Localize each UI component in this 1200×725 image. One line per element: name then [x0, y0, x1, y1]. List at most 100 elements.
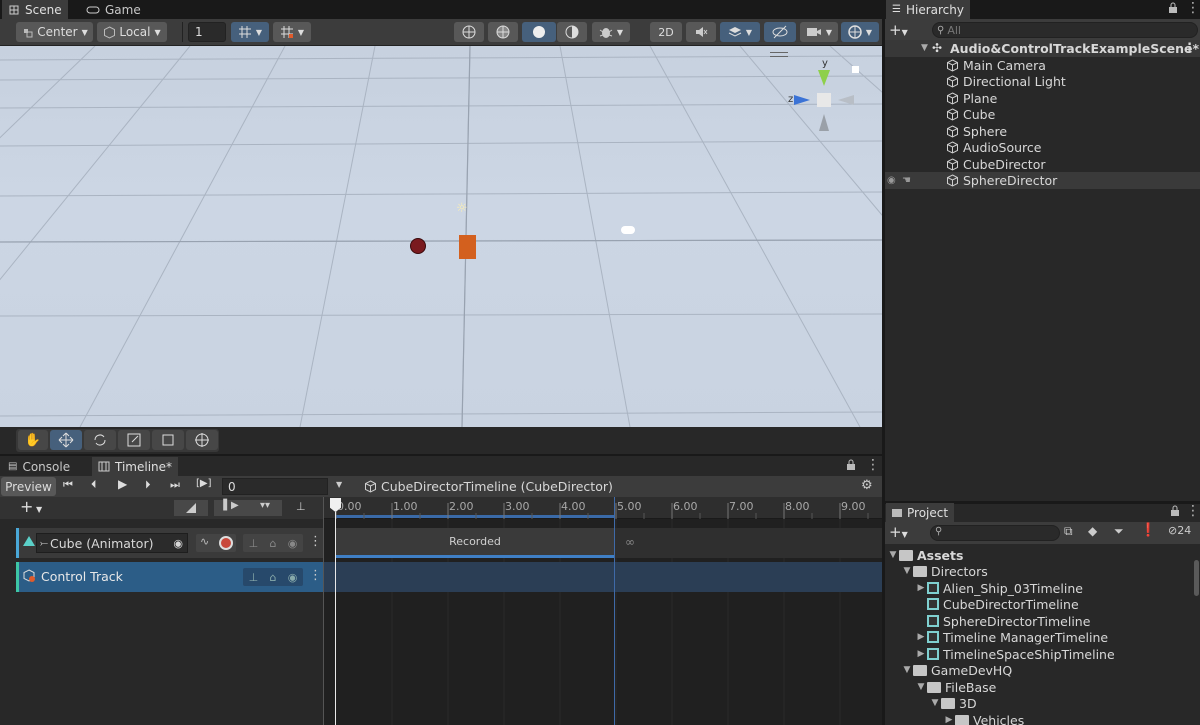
scale-tool-button[interactable] — [118, 430, 150, 450]
eye-icon[interactable]: ◉ — [288, 537, 298, 550]
filter-type-icon[interactable]: ◆ — [1088, 524, 1097, 538]
create-asset-button[interactable]: +▼ — [889, 523, 908, 541]
light-gizmo-icon[interactable]: ☼ — [456, 201, 468, 216]
shaded-button[interactable] — [522, 22, 556, 42]
goto-end-icon[interactable]: ⏭ — [170, 478, 180, 492]
hierarchy-item[interactable]: Directional Light — [885, 73, 1200, 90]
gizmo-menu-icon[interactable] — [770, 52, 788, 57]
header-divider[interactable] — [323, 497, 324, 725]
play-icon[interactable]: ▶ — [118, 477, 127, 491]
rect-tool-button[interactable] — [152, 430, 184, 450]
grid-snap-input[interactable]: 1 — [188, 22, 226, 42]
tab-game[interactable]: Game — [80, 0, 147, 19]
transform-tool-button[interactable] — [186, 430, 218, 450]
unlit-button[interactable] — [557, 22, 587, 42]
label-tag-icon[interactable]: ⏷ — [1114, 524, 1124, 539]
control-track-lane[interactable] — [323, 562, 882, 592]
lock-icon[interactable]: ⌂ — [269, 571, 276, 584]
project-asset[interactable]: CubeDirectorTimeline — [927, 596, 1079, 613]
move-tool-button[interactable] — [50, 430, 82, 450]
frame-input[interactable]: 0 — [222, 478, 328, 495]
project-folder-gamedevhq[interactable]: ▼ GameDevHQ — [901, 662, 1013, 679]
scene-visibility-toggle[interactable] — [764, 22, 796, 42]
toggle-2d-button[interactable]: 2D — [650, 22, 682, 42]
more-options-icon[interactable]: ⋮ — [1186, 503, 1200, 519]
pin-icon[interactable]: ⊥ — [296, 500, 306, 513]
eye-icon[interactable]: ◉ — [288, 571, 298, 584]
hierarchy-item[interactable]: Main Camera — [885, 57, 1200, 74]
object-picker-icon[interactable]: ◉ — [173, 537, 183, 550]
gizmo-lock-icon[interactable] — [852, 66, 859, 73]
chevron-down-icon[interactable]: ▼ — [336, 480, 342, 489]
pin-icon[interactable]: ⊥ — [249, 571, 259, 584]
scene-root-row[interactable]: ▼ ✣ Audio&ControlTrackExampleScene* ⋮ — [885, 40, 1200, 57]
sphere-object[interactable] — [410, 238, 426, 254]
audio-toggle[interactable] — [686, 22, 716, 42]
project-asset[interactable]: ▶ TimelineSpaceShipTimeline — [915, 646, 1115, 663]
hierarchy-item-hovered[interactable]: ◉ ☚ SphereDirector — [885, 172, 1200, 189]
project-scrollbar[interactable] — [1194, 560, 1199, 596]
lock-icon[interactable] — [1168, 2, 1178, 14]
shaded-wireframe-button[interactable] — [488, 22, 518, 42]
prev-frame-icon[interactable]: ⏴ — [91, 478, 97, 492]
more-options-icon[interactable]: ⋮ — [1183, 41, 1196, 56]
hierarchy-search[interactable]: ⚲ All — [932, 22, 1198, 38]
hierarchy-item[interactable]: Plane — [885, 90, 1200, 107]
gizmos-dropdown[interactable]: ▼ — [841, 22, 879, 42]
lock-icon[interactable]: ⌂ — [269, 537, 276, 550]
project-folder-filebase[interactable]: ▼ FileBase — [915, 679, 997, 696]
lock-icon[interactable] — [846, 459, 856, 474]
project-folder-3d[interactable]: ▼ 3D — [929, 695, 977, 712]
orientation-gizmo[interactable] — [786, 56, 856, 136]
more-options-icon[interactable]: ⋮ — [1186, 0, 1200, 16]
pick-hand-icon[interactable]: ☚ — [902, 175, 911, 186]
tab-console[interactable]: ▤ Console — [2, 457, 76, 476]
tab-hierarchy[interactable]: ☰ Hierarchy — [886, 0, 970, 19]
project-search[interactable]: ⚲ — [930, 525, 1060, 541]
project-folder-directors[interactable]: ▼ Directors — [901, 563, 988, 580]
add-object-button[interactable]: +▼ — [889, 21, 908, 39]
search-by-type-icon[interactable]: ⧉ — [1064, 524, 1073, 539]
effects-dropdown[interactable]: ▼ — [720, 22, 760, 42]
lock-icon[interactable] — [1170, 505, 1180, 520]
tab-scene[interactable]: Scene — [2, 0, 68, 19]
gear-icon[interactable]: ⚙ — [861, 478, 873, 493]
play-range-icon[interactable]: [▶] — [196, 478, 212, 489]
cube-object[interactable] — [459, 235, 476, 259]
tab-project[interactable]: Project — [886, 503, 955, 522]
project-asset[interactable]: SphereDirectorTimeline — [927, 613, 1090, 630]
pivot-dropdown[interactable]: Center ▼ — [16, 22, 93, 42]
goto-start-icon[interactable]: ⏮ — [63, 478, 73, 492]
project-asset[interactable]: ▶ Timeline ManagerTimeline — [915, 629, 1109, 646]
recorded-clip[interactable]: Recorded — [336, 528, 614, 558]
hierarchy-item[interactable]: CubeDirector — [885, 156, 1200, 173]
clip-edit-mode-button[interactable] — [174, 500, 208, 516]
project-folder-vehicles[interactable]: ▶ Vehicles — [943, 712, 1024, 725]
project-folder-assets[interactable]: ▼ Assets — [887, 547, 964, 564]
audio-source-gizmo-icon[interactable] — [621, 226, 635, 234]
pin-icon[interactable]: ⊥ — [249, 537, 259, 550]
space-dropdown[interactable]: Local ▼ — [97, 22, 167, 42]
project-asset[interactable]: ▶ Alien_Ship_03Timeline — [915, 580, 1083, 597]
tab-timeline[interactable]: Timeline* — [92, 457, 179, 476]
snap-toggle-button[interactable]: ▌▶ — [214, 500, 248, 516]
timeline-asset-breadcrumb[interactable]: CubeDirectorTimeline (CubeDirector) — [364, 479, 613, 494]
rotate-tool-button[interactable] — [84, 430, 116, 450]
debug-draw-dropdown[interactable]: ▼ — [592, 22, 630, 42]
hierarchy-item[interactable]: Sphere — [885, 123, 1200, 140]
hierarchy-item[interactable]: Cube — [885, 106, 1200, 123]
show-markers-button[interactable]: ▾▾ — [248, 500, 282, 516]
hidden-packages-toggle[interactable]: ⊘24 — [1168, 524, 1191, 537]
warning-filter-icon[interactable]: ❗ — [1140, 523, 1156, 538]
curves-icon[interactable]: ∿ — [200, 535, 209, 548]
grid-snap-toggle[interactable]: ▼ — [231, 22, 269, 42]
add-track-button[interactable]: + ▼ — [20, 497, 42, 516]
grid-visibility-toggle[interactable]: ▼ — [273, 22, 311, 42]
more-options-icon[interactable]: ⋮ — [309, 534, 322, 549]
record-button[interactable] — [219, 536, 233, 550]
hierarchy-item[interactable]: AudioSource — [885, 139, 1200, 156]
hand-tool-button[interactable]: ✋ — [18, 430, 48, 450]
next-frame-icon[interactable]: ⏵ — [145, 478, 151, 492]
animator-binding-field[interactable]: ⤚ Cube (Animator) ◉ — [36, 533, 188, 553]
wireframe-button[interactable] — [454, 22, 484, 42]
